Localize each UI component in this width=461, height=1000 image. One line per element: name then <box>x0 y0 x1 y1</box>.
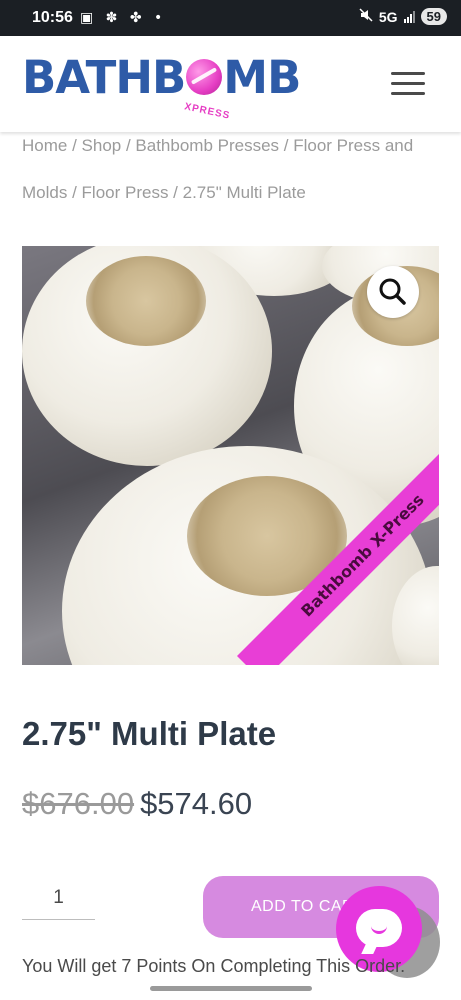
breadcrumb: Home / Shop / Bathbomb Presses / Floor P… <box>22 136 414 202</box>
status-time: 10:56 <box>32 9 73 26</box>
hamburger-menu-icon[interactable] <box>391 72 425 96</box>
signal-icon <box>403 10 415 23</box>
breadcrumb-bathbomb-presses[interactable]: Bathbomb Presses <box>135 136 279 155</box>
zoom-button[interactable] <box>367 266 419 318</box>
price-sale: $574.60 <box>140 786 253 821</box>
battery-indicator: 59 <box>420 8 447 25</box>
mute-icon <box>359 8 373 25</box>
product-title: 2.75" Multi Plate <box>22 715 277 752</box>
breadcrumb-current: 2.75" Multi Plate <box>182 183 306 202</box>
quantity-input[interactable]: 1 <box>22 878 95 920</box>
points-message: You Will get 7 Points On Completing This… <box>22 956 406 976</box>
status-bar: 10:56 ▣ ✽ ✤ • 5G 59 <box>0 0 461 36</box>
notification-icons: ▣ ✽ ✤ • <box>80 10 167 26</box>
product-price: $676.00 $574.60 <box>22 786 252 822</box>
chat-bubble-icon <box>356 909 402 947</box>
logo-subtext: XPRESS <box>183 101 232 122</box>
bathbomb-ball-icon <box>186 59 223 95</box>
breadcrumb-shop[interactable]: Shop <box>82 136 122 155</box>
logo-text-left: BATHB <box>22 51 186 104</box>
logo-text-right: MB <box>223 51 301 104</box>
breadcrumb-home[interactable]: Home <box>22 136 67 155</box>
oat-topping-left <box>86 256 206 346</box>
breadcrumb-floor-press[interactable]: Floor Press <box>82 183 169 202</box>
smile-icon <box>371 926 387 934</box>
price-original: $676.00 <box>22 786 135 821</box>
product-image[interactable]: Bathbomb X-Press <box>22 246 439 665</box>
status-right: 5G 59 <box>359 8 447 25</box>
site-header: BATHB MB XPRESS <box>0 36 461 132</box>
network-type: 5G <box>378 8 398 25</box>
home-indicator[interactable] <box>150 986 312 991</box>
site-logo[interactable]: BATHB MB XPRESS <box>22 54 312 124</box>
magnifier-icon <box>379 278 406 305</box>
logo-wordmark: BATHB MB <box>22 51 301 104</box>
